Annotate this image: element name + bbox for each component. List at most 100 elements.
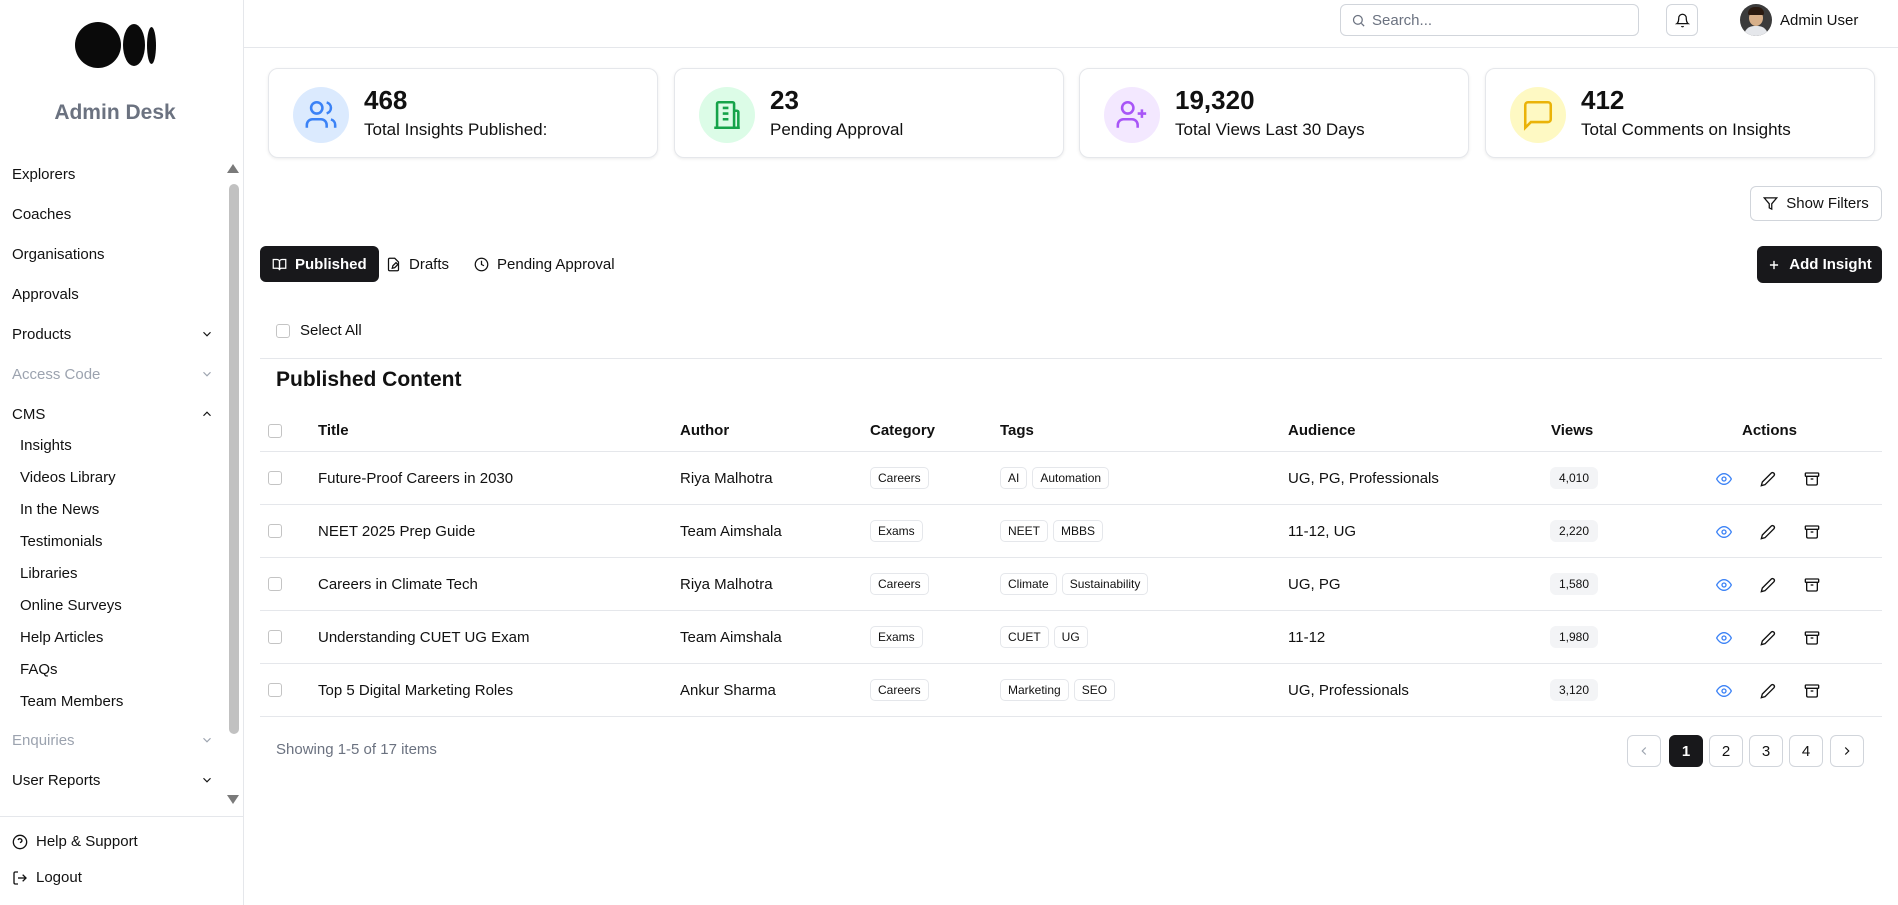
sidebar-scrollbar[interactable] <box>229 184 239 734</box>
pagination-page-2[interactable]: 2 <box>1709 735 1743 767</box>
view-button[interactable] <box>1714 469 1734 489</box>
sidebar-item-explorers[interactable]: Explorers <box>12 162 214 186</box>
view-button[interactable] <box>1714 575 1734 595</box>
pagination-next-button[interactable] <box>1830 735 1864 767</box>
archive-button[interactable] <box>1802 469 1822 489</box>
sidebar-subitem-insights[interactable]: Insights <box>20 434 72 456</box>
row-title[interactable]: Careers in Climate Tech <box>318 558 478 610</box>
sidebar-item-user-reports[interactable]: User Reports <box>12 768 214 792</box>
user-menu[interactable]: Admin User <box>1740 4 1858 36</box>
edit-button[interactable] <box>1758 522 1778 542</box>
notifications-button[interactable] <box>1666 4 1698 36</box>
sidebar-item-label: Coaches <box>12 205 72 223</box>
sidebar-subitem-testimonials[interactable]: Testimonials <box>20 530 103 552</box>
chevron-down-icon <box>203 331 211 337</box>
sidebar-item-cms[interactable]: CMS <box>12 402 214 426</box>
view-button[interactable] <box>1714 681 1734 701</box>
category-badge: Careers <box>870 679 929 701</box>
sidebar-item-label: Access Code <box>12 365 101 383</box>
edit-button[interactable] <box>1758 575 1778 595</box>
show-filters-button[interactable]: Show Filters <box>1750 186 1882 221</box>
column-header-category[interactable]: Category <box>870 422 935 439</box>
help-support-link[interactable]: Help & Support <box>12 833 138 850</box>
sidebar-item-products[interactable]: Products <box>12 322 214 346</box>
tab-published[interactable]: Published <box>260 246 379 282</box>
sidebar-subitem-in-the-news[interactable]: In the News <box>20 498 99 520</box>
pencil-icon <box>1760 471 1776 487</box>
archive-button[interactable] <box>1802 522 1822 542</box>
search-input[interactable] <box>1372 11 1622 29</box>
pencil-icon <box>1760 630 1776 646</box>
edit-button[interactable] <box>1758 681 1778 701</box>
row-checkbox[interactable] <box>268 471 282 485</box>
column-header-audience[interactable]: Audience <box>1288 422 1356 439</box>
sidebar-item-organisations[interactable]: Organisations <box>12 242 214 266</box>
sidebar-subitem-team-members[interactable]: Team Members <box>20 690 123 712</box>
tag-badge: NEET <box>1000 520 1049 542</box>
header-checkbox[interactable] <box>268 424 282 438</box>
column-header-author[interactable]: Author <box>680 422 729 439</box>
add-insight-button[interactable]: Add Insight <box>1757 246 1882 283</box>
tag-badge: Automation <box>1032 467 1110 489</box>
sidebar-subitem-faqs[interactable]: FAQs <box>20 658 58 680</box>
stat-value: 19,320 <box>1175 85 1255 115</box>
row-checkbox[interactable] <box>268 683 282 697</box>
scroll-down-arrow[interactable] <box>227 795 239 804</box>
sidebar-footer: Help & Support Logout <box>0 816 244 905</box>
show-filters-label: Show Filters <box>1786 195 1869 212</box>
column-header-views[interactable]: Views <box>1551 422 1593 439</box>
row-audience: UG, Professionals <box>1288 681 1409 699</box>
row-checkbox[interactable] <box>268 630 282 644</box>
sidebar-subitem-videos-library[interactable]: Videos Library <box>20 466 116 488</box>
pagination-page-1[interactable]: 1 <box>1669 735 1703 767</box>
sidebar-subitem-online-surveys[interactable]: Online Surveys <box>20 594 122 616</box>
table-row: Careers in Climate Tech Riya Malhotra Care… <box>260 558 1882 611</box>
select-all[interactable]: Select All <box>276 322 362 339</box>
pagination-prev-button[interactable] <box>1627 735 1661 767</box>
row-title[interactable]: Future-Proof Careers in 2030 <box>318 452 513 504</box>
row-checkbox[interactable] <box>268 524 282 538</box>
scroll-up-arrow[interactable] <box>227 164 239 173</box>
logo <box>75 20 156 68</box>
row-title[interactable]: NEET 2025 Prep Guide <box>318 505 475 557</box>
sidebar-subitem-libraries[interactable]: Libraries <box>20 562 78 584</box>
edit-button[interactable] <box>1758 628 1778 648</box>
view-button[interactable] <box>1714 522 1734 542</box>
archive-button[interactable] <box>1802 628 1822 648</box>
sidebar-item-enquiries[interactable]: Enquiries <box>12 728 214 752</box>
sidebar-item-access-code[interactable]: Access Code <box>12 362 214 386</box>
column-header-title[interactable]: Title <box>318 422 349 439</box>
archive-icon <box>1804 472 1820 486</box>
category-badge: Exams <box>870 520 923 542</box>
select-all-checkbox[interactable] <box>276 323 290 338</box>
row-title[interactable]: Top 5 Digital Marketing Roles <box>318 664 513 716</box>
archive-button[interactable] <box>1802 575 1822 595</box>
tag-badge: Marketing <box>1000 679 1069 701</box>
avatar <box>1740 4 1772 36</box>
sidebar-subitem-help-articles[interactable]: Help Articles <box>20 626 103 648</box>
views-badge: 1,980 <box>1550 626 1599 648</box>
file-edit-icon <box>387 257 400 271</box>
edit-button[interactable] <box>1758 469 1778 489</box>
chevron-right-icon <box>1844 747 1850 755</box>
row-title[interactable]: Understanding CUET UG Exam <box>318 611 529 663</box>
tag-badge: CUET <box>1000 626 1049 648</box>
stat-card-pending-approval: 23 Pending Approval <box>674 68 1064 158</box>
divider <box>260 358 1882 359</box>
pagination-page-3[interactable]: 3 <box>1749 735 1783 767</box>
row-checkbox[interactable] <box>268 577 282 591</box>
sidebar-item-approvals[interactable]: Approvals <box>12 282 214 306</box>
chevron-down-icon <box>203 371 211 377</box>
tab-drafts[interactable]: Drafts <box>374 246 461 282</box>
view-button[interactable] <box>1714 628 1734 648</box>
archive-button[interactable] <box>1802 681 1822 701</box>
search-box[interactable] <box>1340 4 1639 36</box>
archive-icon <box>1804 631 1820 645</box>
table-row: Understanding CUET UG Exam Team Aimshala E… <box>260 611 1882 664</box>
user-name: Admin User <box>1780 11 1859 29</box>
pagination-page-4[interactable]: 4 <box>1789 735 1823 767</box>
tab-pending-approval[interactable]: Pending Approval <box>462 246 627 282</box>
logout-link[interactable]: Logout <box>12 869 82 886</box>
sidebar-item-coaches[interactable]: Coaches <box>12 202 214 226</box>
column-header-tags[interactable]: Tags <box>1000 422 1034 439</box>
